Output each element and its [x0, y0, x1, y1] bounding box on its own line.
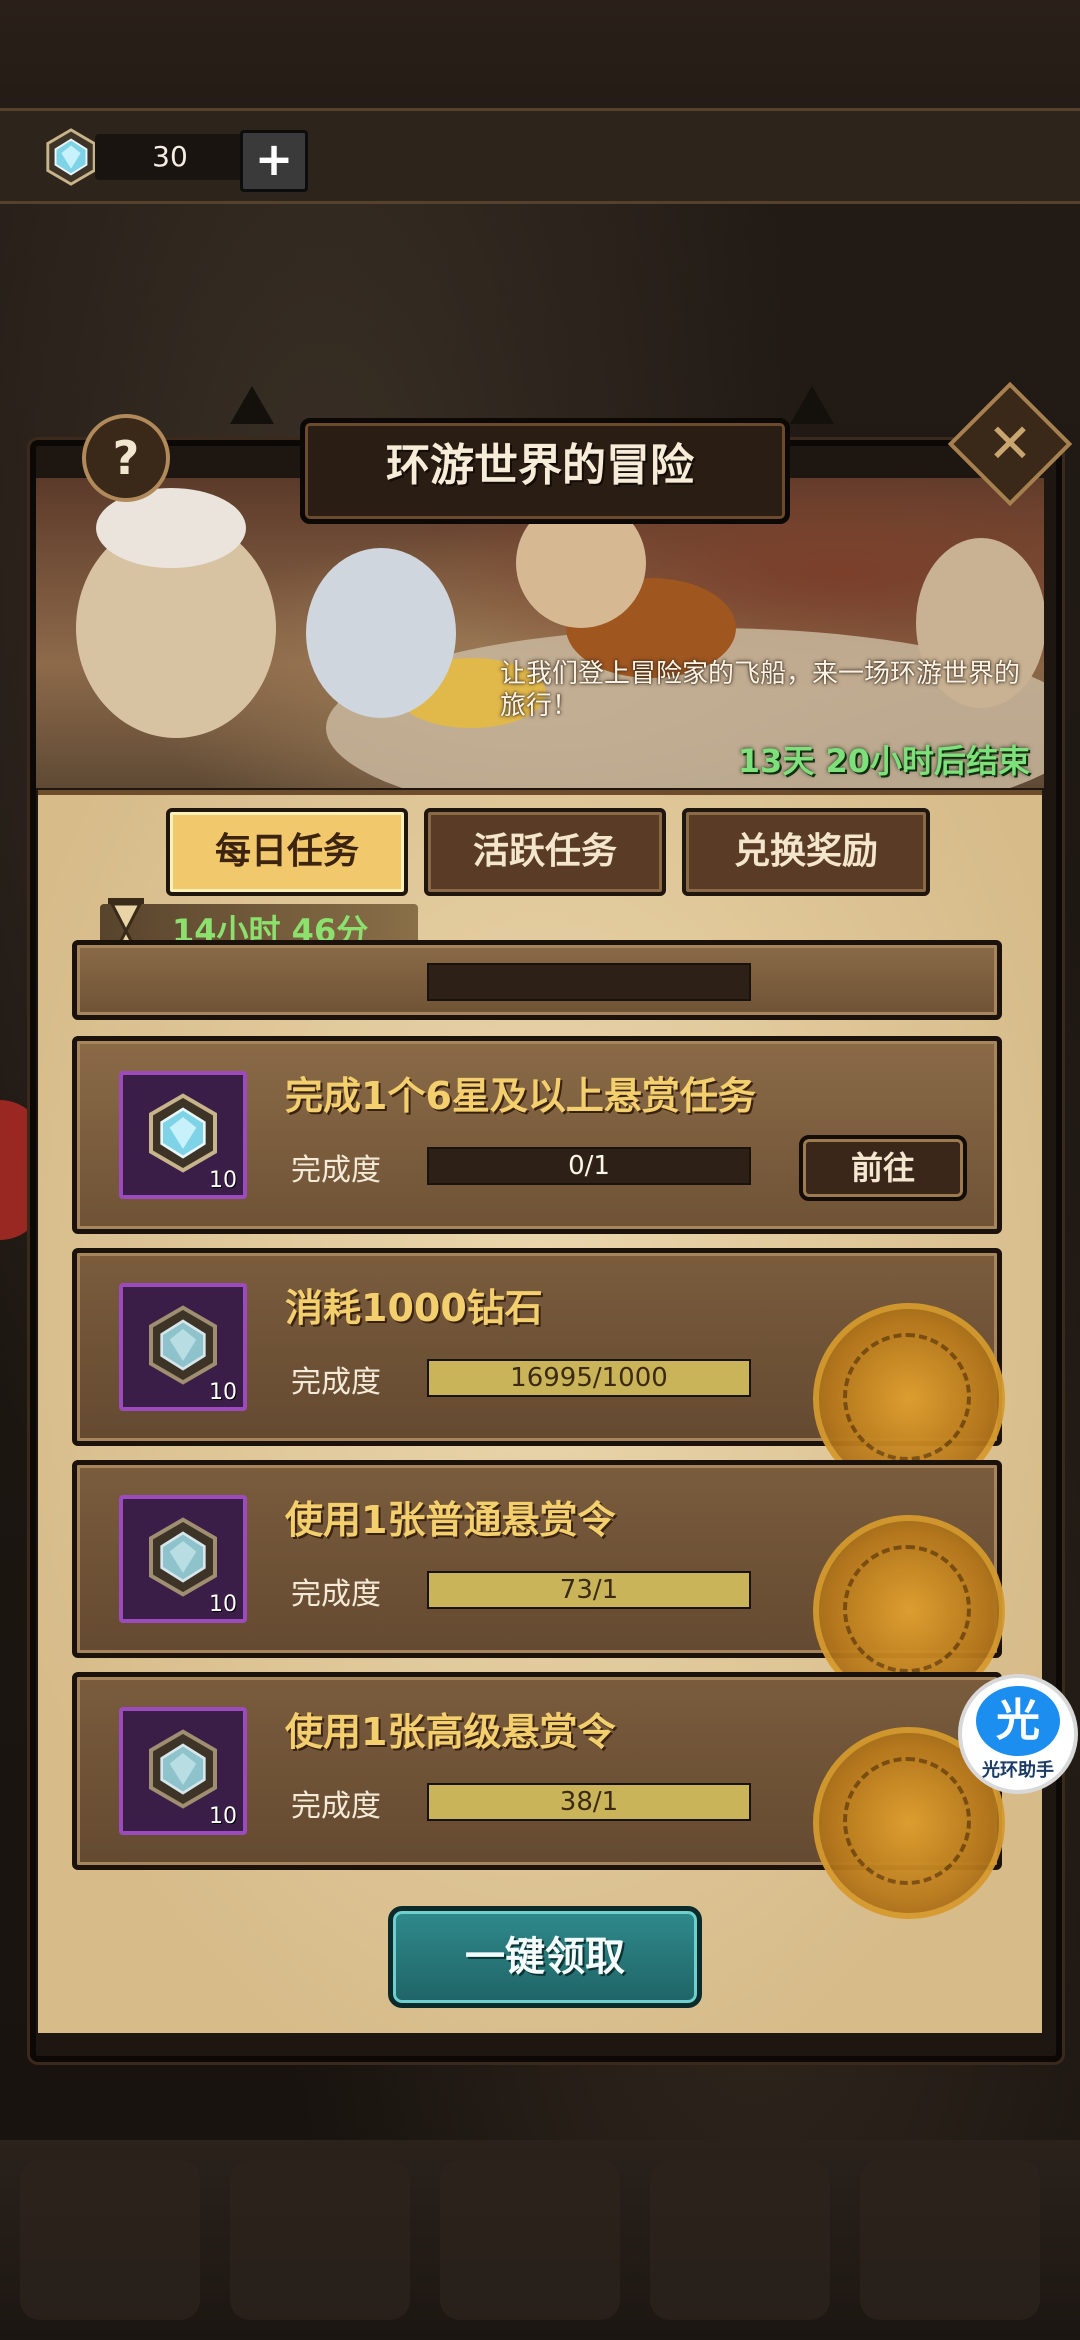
- event-description: 让我们登上冒险家的飞船，来一场环游世界的旅行！: [500, 659, 1021, 721]
- bottom-nav-slot: [230, 2160, 410, 2320]
- diamond-gem-icon: [149, 1729, 217, 1809]
- assistant-icon: 光: [976, 1686, 1060, 1756]
- event-time-remaining: 13天 20小时后结束: [737, 742, 1030, 780]
- reward-icon: 10: [119, 1707, 247, 1835]
- reward-icon: 10: [119, 1283, 247, 1411]
- tab-active-tasks[interactable]: 活跃任务: [424, 808, 666, 896]
- task-title: 使用1张高级悬赏令: [285, 1710, 616, 1754]
- progress-bar: 0/1: [427, 1147, 751, 1185]
- assistant-label: 光环助手: [982, 1760, 1054, 1781]
- claim-all-button[interactable]: 一键领取: [388, 1906, 702, 2008]
- progress-label: 完成度: [291, 1789, 381, 1824]
- close-icon: ✕: [987, 412, 1033, 475]
- progress-label: 完成度: [291, 1577, 381, 1612]
- page-title: 环游世界的冒险: [386, 440, 694, 491]
- reward-quantity: 10: [209, 1592, 237, 1617]
- task-card-partial: [72, 940, 1002, 1020]
- help-button[interactable]: ?: [82, 414, 170, 502]
- progress-label: 完成度: [291, 1153, 381, 1188]
- frame-ornament: [230, 386, 274, 424]
- progress-track: [427, 963, 751, 1001]
- bottom-nav-slot: [20, 2160, 200, 2320]
- tab-daily-tasks[interactable]: 每日任务: [166, 808, 408, 896]
- diamond-gem-icon: [46, 128, 96, 186]
- go-button[interactable]: 前往: [799, 1135, 967, 1201]
- reward-icon: 10: [119, 1071, 247, 1199]
- add-gems-button[interactable]: +: [240, 130, 308, 192]
- bottom-nav-slot: [650, 2160, 830, 2320]
- task-card: 10 完成1个6星及以上悬赏任务 完成度 0/1 前往: [72, 1036, 1002, 1234]
- diamond-gem-icon: [149, 1093, 217, 1173]
- progress-value: 38/1: [559, 1787, 619, 1817]
- reward-icon: 10: [119, 1495, 247, 1623]
- banner-character: [306, 548, 456, 718]
- task-title: 消耗1000钻石: [285, 1286, 543, 1330]
- diamond-gem-icon: [149, 1305, 217, 1385]
- task-title: 使用1张普通悬赏令: [285, 1498, 616, 1542]
- reward-quantity: 10: [209, 1168, 237, 1193]
- diamond-gem-icon: [149, 1517, 217, 1597]
- bottom-nav-slot: [440, 2160, 620, 2320]
- reward-quantity: 10: [209, 1380, 237, 1405]
- progress-value: 16995/1000: [510, 1363, 668, 1393]
- reward-quantity: 10: [209, 1804, 237, 1829]
- task-card: 10 消耗1000钻石 完成度 16995/1000: [72, 1248, 1005, 1495]
- task-card: 10 使用1张高级悬赏令 完成度 38/1: [72, 1672, 1005, 1919]
- task-title: 完成1个6星及以上悬赏任务: [285, 1074, 756, 1118]
- bottom-nav-slot: [860, 2160, 1040, 2320]
- progress-bar: 73/1: [427, 1571, 751, 1609]
- gem-count: 30: [152, 140, 188, 173]
- progress-value: 0/1: [568, 1151, 610, 1181]
- progress-bar: 16995/1000: [427, 1359, 751, 1397]
- progress-bar: 38/1: [427, 1783, 751, 1821]
- progress-label: 完成度: [291, 1365, 381, 1400]
- assistant-floating-button[interactable]: 光 光环助手: [962, 1678, 1074, 1790]
- tab-exchange-rewards[interactable]: 兑换奖励: [682, 808, 930, 896]
- task-card: 10 使用1张普通悬赏令 完成度 73/1: [72, 1460, 1005, 1707]
- progress-value: 73/1: [559, 1575, 619, 1605]
- frame-ornament: [790, 386, 834, 424]
